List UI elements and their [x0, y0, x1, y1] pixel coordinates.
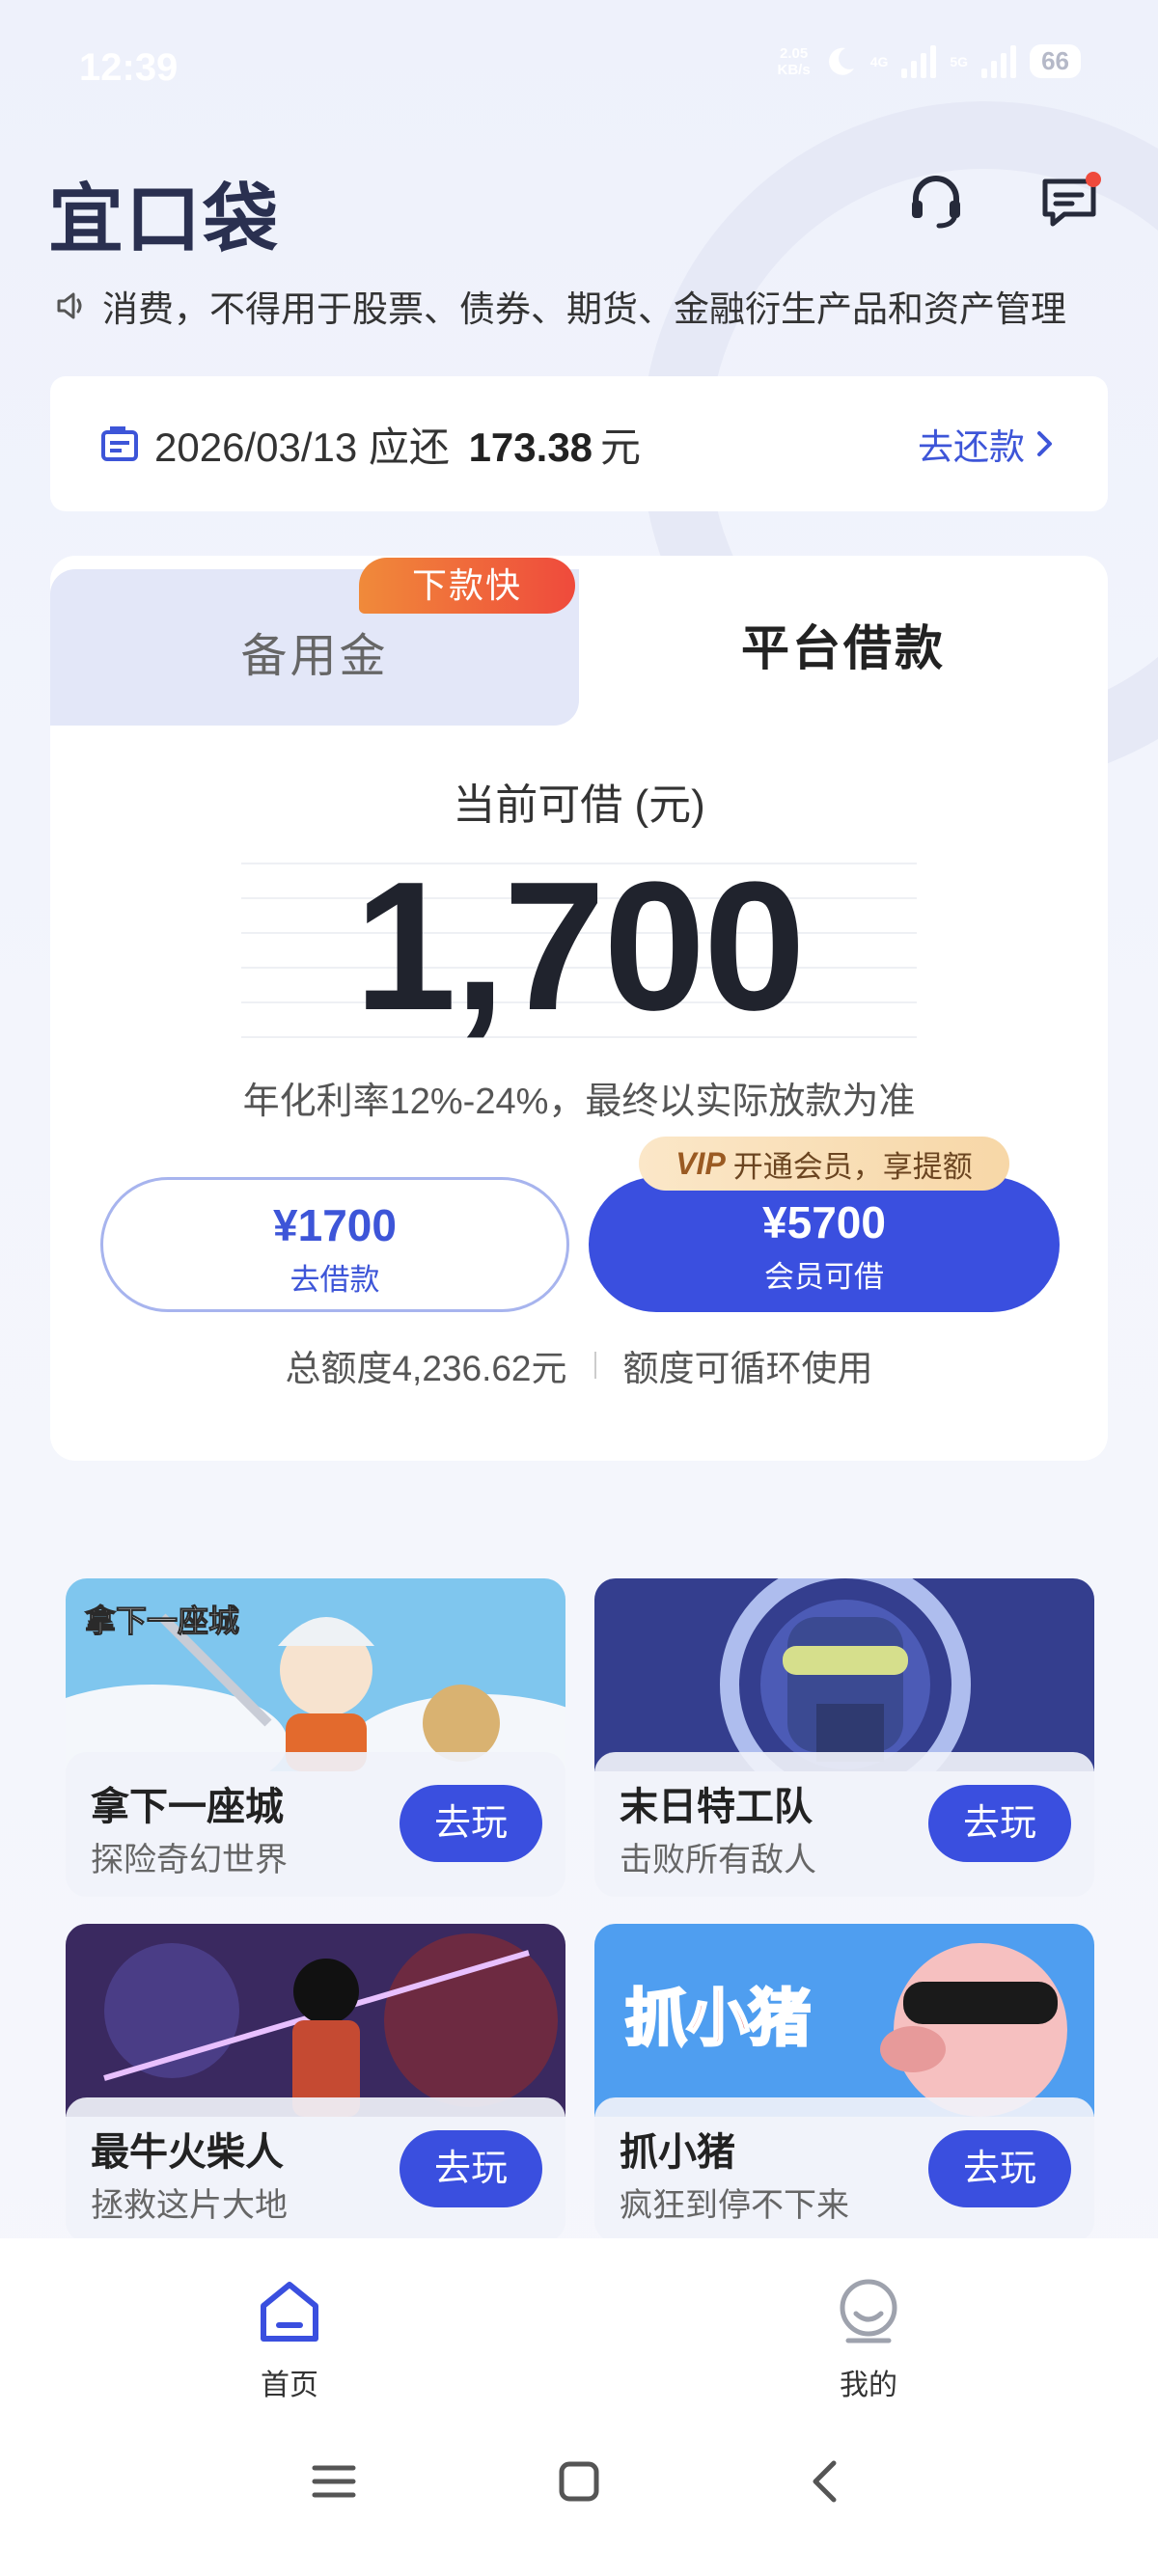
messages-button[interactable]	[1037, 168, 1105, 235]
status-time: 12:39	[79, 46, 179, 89]
tab-platform-loan-label: 平台借款	[741, 621, 946, 675]
vip-amount: ¥5700	[762, 1197, 886, 1247]
recycle-note: 额度可循环使用	[622, 1349, 873, 1388]
fast-payout-badge: 下款快	[359, 558, 575, 614]
go-repay-link[interactable]: 去还款	[918, 418, 1056, 470]
game-title: 最牛火柴人	[91, 2131, 284, 2174]
interest-rate-note: 年化利率12%-24%，最终以实际放款为准	[242, 1082, 916, 1122]
network-speed: 2.05 KB/s	[777, 44, 811, 78]
tab-platform-loan[interactable]: 平台借款	[579, 556, 1108, 726]
game-title: 末日特工队	[620, 1786, 813, 1828]
vip-borrow-button[interactable]: ¥5700 会员可借	[589, 1177, 1060, 1312]
game-title: 抓小猪	[620, 2131, 735, 2174]
bottom-navigation: 首页 我的	[0, 2238, 1158, 2576]
repayment-amount: 173.38	[468, 424, 593, 470]
chevron-right-icon	[1037, 431, 1052, 456]
game-info: 拿下一座城 探险奇幻世界 去玩	[66, 1752, 565, 1897]
repayment-due-label: 应还	[368, 424, 450, 470]
app-logo: 宜口袋	[48, 177, 281, 261]
user-icon	[840, 2279, 897, 2343]
game-subtitle: 探险奇幻世界	[91, 1842, 288, 1878]
play-button[interactable]: 去玩	[928, 2130, 1071, 2207]
headset-icon	[912, 176, 960, 229]
borrow-label: 去借款	[290, 1263, 380, 1297]
borrow-amount: ¥1700	[273, 1200, 397, 1250]
nav-mine[interactable]: 我的	[772, 2277, 965, 2403]
available-label: 当前可借 (元)	[453, 781, 705, 829]
vip-promo-text: 开通会员，享提额	[732, 1149, 973, 1184]
game-art-piggy: 抓小猪	[594, 1924, 1094, 2117]
play-button[interactable]: 去玩	[928, 1785, 1071, 1862]
game-card[interactable]: 抓小猪 抓小猪 疯狂到停不下来 去玩	[594, 1924, 1094, 2242]
status-icons: 2.05 KB/s 4G 5G 66	[778, 44, 1081, 78]
total-limit: 总额度4,236.62元	[285, 1349, 567, 1388]
borrow-button[interactable]: ¥1700 去借款	[100, 1177, 569, 1312]
menu-icon	[312, 2465, 356, 2498]
notice-bar: 消费，不得用于股票、债券、期货、金融衍生产品和资产管理	[54, 280, 1066, 332]
game-art-agent	[594, 1578, 1094, 1771]
battery-indicator: 66	[1030, 44, 1081, 78]
game-subtitle: 击败所有敌人	[620, 1842, 816, 1878]
game-info: 最牛火柴人 拯救这片大地 去玩	[66, 2097, 565, 2242]
signal-label-4g: 4G	[869, 53, 889, 69]
game-info: 抓小猪 疯狂到停不下来 去玩	[594, 2097, 1094, 2242]
back-icon	[813, 2460, 837, 2503]
repayment-unit: 元	[600, 424, 642, 470]
tab-reserve-fund-label: 备用金	[240, 631, 389, 682]
svg-text:抓小猪: 抓小猪	[625, 1984, 811, 2055]
signal-bars-icon	[981, 44, 1017, 78]
play-button[interactable]: 去玩	[400, 2130, 542, 2207]
vip-label: 会员可借	[764, 1260, 884, 1294]
game-subtitle: 拯救这片大地	[91, 2187, 288, 2224]
home-icon	[261, 2282, 318, 2342]
speaker-icon	[57, 292, 82, 319]
message-icon	[1042, 172, 1101, 227]
game-card[interactable]: 最牛火柴人 拯救这片大地 去玩	[66, 1924, 565, 2242]
play-button[interactable]: 去玩	[400, 1785, 542, 1862]
repayment-date: 2026/03/13	[154, 424, 358, 470]
repayment-card[interactable]: 2026/03/13 应还 173.38 元 去还款	[50, 376, 1108, 511]
nav-home[interactable]: 首页	[193, 2277, 386, 2403]
system-home-button[interactable]	[550, 2453, 608, 2510]
available-amount: 1,700	[354, 844, 805, 1049]
notice-text: 消费，不得用于股票、债券、期货、金融衍生产品和资产管理	[102, 289, 1066, 329]
customer-service-button[interactable]	[902, 168, 970, 235]
go-repay-label: 去还款	[918, 427, 1025, 467]
bill-icon	[101, 426, 138, 461]
game-info: 末日特工队 击败所有敌人 去玩	[594, 1752, 1094, 1897]
nav-home-label: 首页	[261, 2370, 318, 2401]
game-card[interactable]: 拿下一座城 拿下一座城 探险奇幻世界 去玩	[66, 1578, 565, 1897]
divider	[593, 1352, 596, 1379]
square-icon	[559, 2461, 599, 2502]
system-menu-button[interactable]	[305, 2453, 363, 2510]
nav-mine-label: 我的	[840, 2370, 897, 2401]
vip-logo-icon: VIP	[676, 1145, 726, 1181]
game-subtitle: 疯狂到停不下来	[620, 2187, 849, 2224]
svg-text:拿下一座城: 拿下一座城	[85, 1603, 239, 1639]
repayment-summary: 2026/03/13 应还 173.38 元	[154, 415, 641, 474]
game-art-stickman	[66, 1924, 565, 2117]
moon-icon	[828, 47, 854, 75]
loan-card: 备用金 下款快 平台借款 当前可借 (元) 1,700 年化利率12%-24%，…	[50, 556, 1108, 1461]
vip-promo-tag[interactable]: VIP 开通会员，享提额	[639, 1137, 1009, 1191]
signal-label-5g: 5G	[950, 53, 969, 69]
game-art-castle: 拿下一座城	[66, 1578, 565, 1771]
signal-bars-icon	[901, 44, 937, 78]
game-card[interactable]: 末日特工队 击败所有敌人 去玩	[594, 1578, 1094, 1897]
system-back-button[interactable]	[795, 2453, 853, 2510]
game-title: 拿下一座城	[91, 1786, 284, 1828]
total-limit-row: 总额度4,236.62元 额度可循环使用	[50, 1339, 1108, 1391]
